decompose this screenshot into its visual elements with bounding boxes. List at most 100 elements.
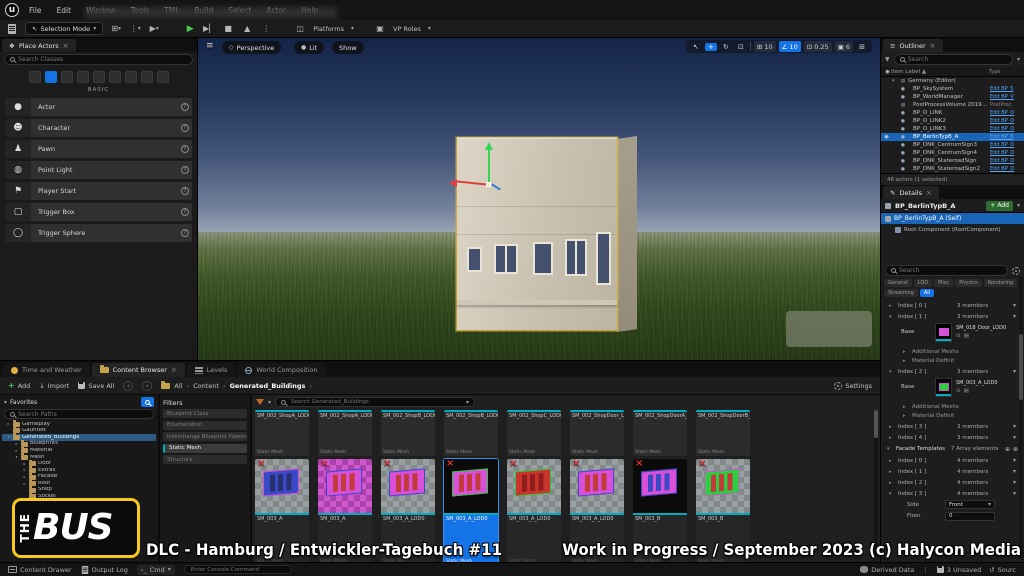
console-input-box[interactable] — [184, 565, 292, 574]
outliner-row-bp-skysystem[interactable]: ●BP_SkySystemEdit BP_S — [881, 85, 1024, 93]
type-link[interactable]: Edit BP_D — [990, 150, 1022, 156]
asset-tile-sm-003-a[interactable]: ×SM_003_AStatic Mesh — [255, 459, 309, 562]
close-icon[interactable]: × — [63, 42, 69, 50]
gear-icon[interactable] — [1012, 267, 1020, 275]
tab-details[interactable]: ✎ Details × — [883, 186, 939, 199]
asset-tile-sm-003-b[interactable]: ×SM_003_BStatic Mesh — [696, 459, 750, 562]
outliner-row-bp-o-link2[interactable]: ●BP_O_LINK2Edit BP_O — [881, 117, 1024, 125]
asset-tile-sm-002-shopa-lod0[interactable]: SM_002_ShopA_LOD0Static Mesh — [318, 410, 372, 456]
asset-tile-sm-002-shopb-lod0[interactable]: SM_002_ShopB_LOD0Static Mesh — [381, 410, 435, 456]
details-tab-lod[interactable]: LOD — [914, 279, 932, 287]
folder-gauntlet[interactable]: Gauntlet — [2, 428, 156, 435]
property-row-additional-meshs[interactable]: ▸Additional Meshs — [881, 402, 1024, 412]
property-row-facade-templates[interactable]: ▾Facade Templates7 Array elements⊕⊗ — [881, 443, 1024, 455]
place-actor-actor[interactable]: ●Actor? — [5, 98, 192, 116]
folder-facade[interactable]: ▸Facade — [2, 474, 156, 481]
type-link[interactable]: Edit BP_D — [990, 142, 1022, 148]
show-dropdown[interactable]: Show — [332, 41, 364, 54]
details-tab-streaming[interactable]: Streaming — [884, 289, 918, 297]
breadcrumb-all[interactable]: All — [174, 382, 182, 390]
details-search-input[interactable] — [899, 267, 1002, 274]
type-link[interactable]: PostProc — [990, 102, 1022, 108]
type-link[interactable]: Edit BP_D — [990, 166, 1022, 172]
viewport[interactable]: ≡ ◇ Perspective ● Lit Show ↖ + ↻ ⊡ ⊞ 10 … — [198, 38, 880, 360]
search-classes-input[interactable] — [18, 56, 187, 63]
rotation-snap-toggle[interactable]: ∠ 10 — [779, 41, 801, 52]
property-row-index-0[interactable]: ▸Index [ 0 ]3 members▾ — [881, 300, 1024, 311]
folder-door[interactable]: ▸Door — [2, 461, 156, 468]
details-tab-general[interactable]: General — [884, 279, 912, 287]
scale-snap-toggle[interactable]: ⊡ 0.25 — [804, 41, 832, 52]
place-actor-point-light[interactable]: ◍Point Light? — [5, 161, 192, 179]
save-level-icon[interactable] — [6, 23, 18, 34]
stop-button[interactable]: ■ — [222, 23, 234, 34]
folder-gameplay[interactable]: ▸Gameplay — [2, 421, 156, 428]
asset-tile-sm-002-shopdoora-lod0[interactable]: SM_002_ShopDoorA_LOD0Static Mesh — [633, 410, 687, 456]
type-link[interactable]: Edit BP_D — [990, 158, 1022, 164]
chevron-down-icon[interactable]: ▾ — [268, 399, 271, 406]
search-paths-input[interactable] — [18, 411, 148, 418]
asset-reference[interactable]: SM_018_Door_LOD0 — [956, 325, 1020, 331]
tab-world-composition[interactable]: World Composition — [237, 363, 325, 377]
close-icon[interactable]: × — [171, 366, 177, 374]
outliner-search[interactable] — [894, 54, 1013, 65]
outliner-row-bp-worldmanager[interactable]: ●BP_WorldManagerEdit BP_V — [881, 93, 1024, 101]
component-row-self[interactable]: BP_BerlinTypB_A (Self) — [881, 213, 1024, 224]
grid-snap-toggle[interactable]: ⊞ 10 — [754, 41, 776, 52]
import-button[interactable]: ↓ Import — [39, 382, 69, 390]
property-row-material-definit[interactable]: ▸Material Definit — [881, 412, 1024, 422]
folder-blueprints[interactable]: ▸Blueprints — [2, 441, 156, 448]
play-options-icon[interactable]: ⋮ — [260, 23, 272, 34]
outliner-row-bp-dnk-stateroadsign2[interactable]: ●BP_DNK_StateroadSign2Edit BP_D — [881, 165, 1024, 173]
recently-placed-icon[interactable] — [29, 71, 41, 83]
chevron-down-icon[interactable]: ▾ — [1017, 56, 1020, 63]
vp-roles-dropdown[interactable]: VP Roles — [393, 25, 421, 33]
derived-data-button[interactable]: Derived Data — [860, 566, 914, 574]
details-tab-rendering[interactable]: Rendering — [984, 279, 1018, 287]
details-tab-physics[interactable]: Physics — [955, 279, 982, 287]
asset-search[interactable]: ▾ — [275, 397, 475, 407]
place-actor-trigger-sphere[interactable]: ◯Trigger Sphere? — [5, 224, 192, 242]
property-row-index-2[interactable]: ▸Index [ 2 ]4 members▾ — [881, 477, 1024, 488]
add-component-button[interactable]: +Add — [986, 201, 1013, 211]
property-row-base[interactable]: BaseSM_018_Door_LOD0⊙▤ — [881, 322, 1024, 347]
filter-static-mesh[interactable]: Static Mesh — [163, 444, 247, 453]
use-selected-icon[interactable]: ⊙ — [956, 388, 961, 394]
place-actor-trigger-box[interactable]: ▢Trigger Box? — [5, 203, 192, 221]
outliner-row-postprocessvolume-2019-distanz[interactable]: ▧PostProcessVolume 2019 DistanzPostProc — [881, 101, 1024, 109]
chevron-down-icon[interactable]: ▾ — [1017, 202, 1020, 209]
asset-reference[interactable]: SM_003_A_LOD0 — [956, 380, 1020, 386]
folder-extras[interactable]: ▸Extras — [2, 467, 156, 474]
breadcrumb-content[interactable]: Content — [193, 382, 219, 390]
eye-icon[interactable]: ◉ — [883, 134, 890, 140]
asset-tile-sm-002-shopdoor-lod0[interactable]: SM_002_ShopDoor_LOD0Static Mesh — [570, 410, 624, 456]
asset-tile-sm-002-shopb-lod0[interactable]: SM_002_ShopB_LOD0Static Mesh — [444, 410, 498, 456]
details-scrollbar[interactable] — [1019, 276, 1023, 558]
visual-effects-icon[interactable] — [109, 71, 121, 83]
close-icon[interactable]: × — [926, 189, 932, 197]
folder-roof[interactable]: ▸Roof — [2, 480, 156, 487]
property-row-index-1[interactable]: ▸Index [ 1 ]4 members▾ — [881, 466, 1024, 477]
menu-edit[interactable]: Edit — [56, 4, 73, 17]
component-row-root[interactable]: Root Component (RootComponent) — [881, 224, 1024, 235]
rotate-tool-icon[interactable]: ↻ — [720, 43, 732, 51]
filter-structure[interactable]: Structure — [163, 455, 247, 464]
cinematics-icon[interactable]: ▶▾ — [148, 23, 160, 34]
asset-tile-sm-003-a-lod0[interactable]: ×SM_003_A_LOD0Static Mesh — [570, 459, 624, 562]
blueprints-icon[interactable]: ⋮▾ — [129, 23, 141, 34]
lights-icon[interactable] — [61, 71, 73, 83]
selection-mode-dropdown[interactable]: ↖ Selection Mode ▾ — [25, 22, 103, 35]
unsaved-button[interactable]: 3 Unsaved — [937, 566, 981, 574]
type-link[interactable]: Edit BP_V — [990, 94, 1022, 100]
type-link[interactable]: Edit BP_O — [990, 110, 1022, 116]
folder-generated-buildings[interactable]: ▾Generated_Buildings — [2, 434, 156, 441]
type-link[interactable]: Edit BP_S — [990, 86, 1022, 92]
outliner-search-input[interactable] — [908, 56, 1007, 63]
cmd-dropdown[interactable]: ›_ Cmd ▾ — [137, 565, 175, 575]
add-actor-icon[interactable]: ⊞▾ — [110, 23, 122, 34]
dropdown-side[interactable]: Front▾ — [945, 500, 995, 509]
tab-place-actors[interactable]: ❖ Place Actors × — [2, 39, 76, 52]
back-button[interactable]: ‹ — [123, 381, 133, 391]
folder-material[interactable]: ▸Material — [2, 447, 156, 454]
input-floor[interactable]: 0 — [945, 512, 995, 521]
